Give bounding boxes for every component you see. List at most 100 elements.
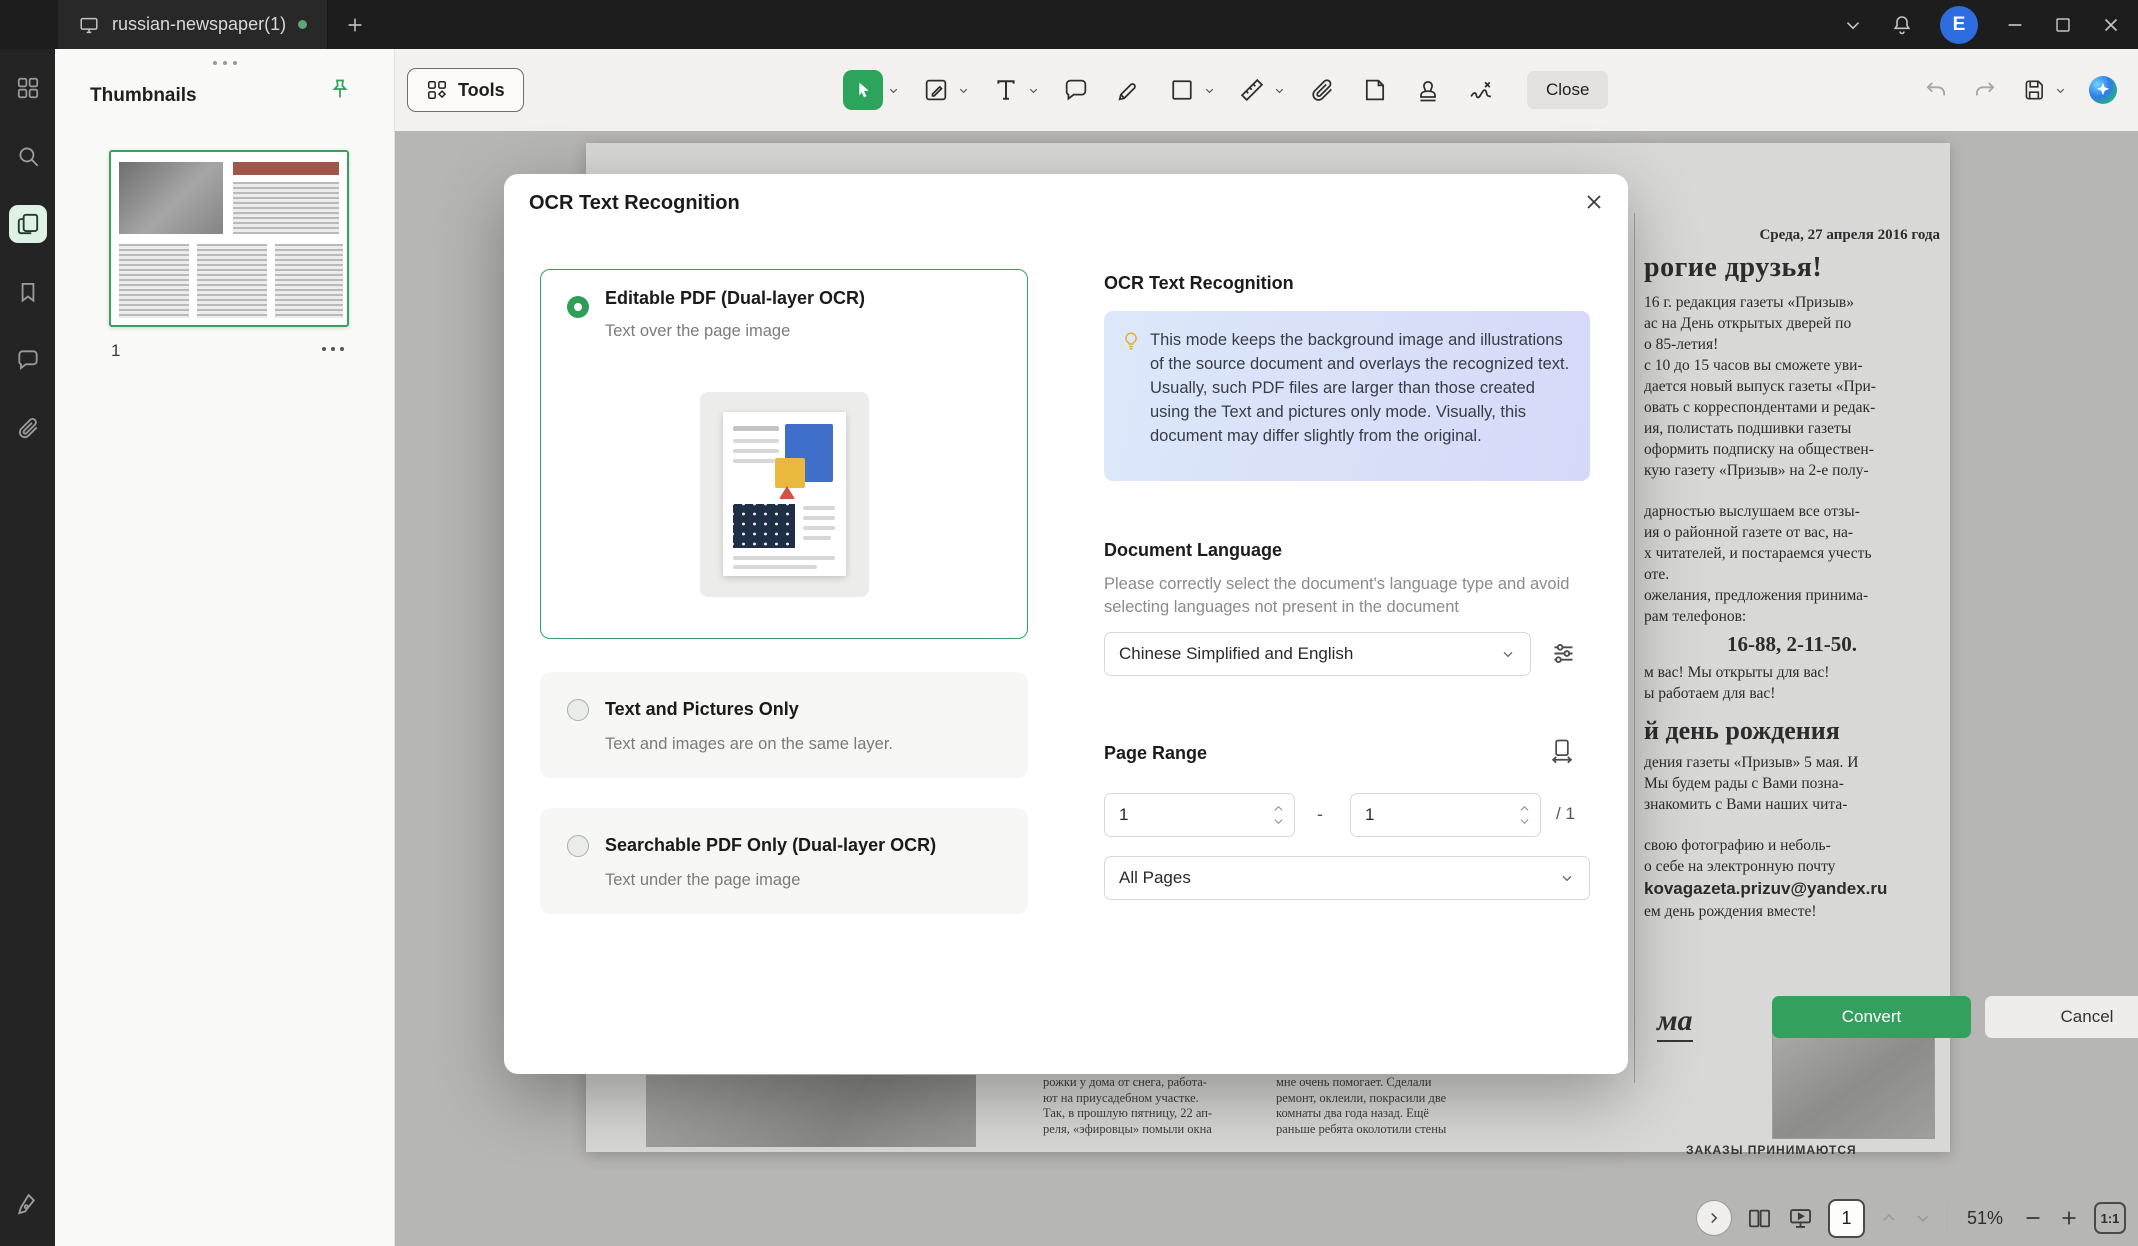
new-tab-button[interactable] bbox=[344, 14, 366, 36]
zoom-out-button[interactable] bbox=[2022, 1207, 2044, 1229]
search-icon[interactable] bbox=[9, 137, 47, 175]
range-from-increment[interactable] bbox=[1273, 804, 1284, 814]
sticker-tool-button[interactable] bbox=[1358, 73, 1392, 107]
zoom-level[interactable]: 51% bbox=[1962, 1208, 2008, 1229]
maximize-button[interactable] bbox=[2052, 14, 2074, 36]
activity-bar bbox=[0, 49, 55, 1246]
range-from-decrement[interactable] bbox=[1273, 817, 1284, 827]
text-tool-dropdown[interactable] bbox=[1027, 84, 1040, 97]
page-number-input[interactable]: 1 bbox=[1828, 1199, 1865, 1238]
pen-nib-icon[interactable] bbox=[9, 1186, 47, 1224]
attachment-tool-button[interactable] bbox=[1305, 73, 1339, 107]
ocr-mode-illustration bbox=[700, 392, 869, 597]
radio-unselected-icon[interactable] bbox=[567, 835, 589, 857]
range-total: / 1 bbox=[1556, 804, 1575, 824]
next-page-button[interactable] bbox=[1913, 1208, 1933, 1228]
range-to-decrement[interactable] bbox=[1519, 817, 1530, 827]
page-range-settings-icon[interactable] bbox=[1548, 737, 1576, 765]
save-button[interactable] bbox=[2018, 74, 2050, 106]
save-dropdown[interactable] bbox=[2054, 84, 2067, 97]
titlebar-actions: E bbox=[1842, 6, 2138, 44]
info-box: This mode keeps the background image and… bbox=[1104, 311, 1590, 481]
stamp-tool-button[interactable] bbox=[1411, 73, 1445, 107]
select-tool-button[interactable] bbox=[843, 70, 883, 110]
close-window-button[interactable] bbox=[2100, 14, 2122, 36]
comments-icon[interactable] bbox=[9, 341, 47, 379]
thumbnail-masthead bbox=[233, 162, 339, 175]
measure-tool-dropdown[interactable] bbox=[1273, 84, 1286, 97]
page-layout-button[interactable] bbox=[1746, 1205, 1773, 1232]
shape-tool-dropdown[interactable] bbox=[1203, 84, 1216, 97]
presentation-button[interactable] bbox=[1787, 1205, 1814, 1232]
undo-button[interactable] bbox=[1920, 74, 1952, 106]
user-avatar[interactable]: E bbox=[1940, 6, 1978, 44]
page-thumbnail[interactable] bbox=[109, 150, 349, 327]
convert-button[interactable]: Convert bbox=[1772, 996, 1971, 1038]
range-from-input[interactable]: 1 bbox=[1104, 793, 1295, 837]
cursor-icon bbox=[852, 79, 874, 101]
tools-grid-icon bbox=[426, 79, 448, 101]
ai-assistant-button[interactable] bbox=[2084, 71, 2122, 109]
radio-unselected-icon[interactable] bbox=[567, 699, 589, 721]
apps-grid-icon[interactable] bbox=[9, 69, 47, 107]
close-toolbar-button[interactable]: Close bbox=[1527, 71, 1608, 109]
thumbnail-page-number: 1 bbox=[111, 341, 120, 361]
chevron-down-icon bbox=[1500, 646, 1516, 662]
text-tool-button[interactable] bbox=[989, 73, 1023, 107]
lightbulb-icon bbox=[1120, 330, 1142, 352]
highlighter-tool-button[interactable] bbox=[1112, 73, 1146, 107]
thumbnails-panel-icon[interactable] bbox=[9, 205, 47, 243]
redo-button[interactable] bbox=[1969, 74, 2001, 106]
bookmark-icon[interactable] bbox=[9, 273, 47, 311]
expand-panel-button[interactable] bbox=[1696, 1200, 1732, 1236]
language-advanced-settings-icon[interactable] bbox=[1550, 640, 1577, 667]
previous-page-button[interactable] bbox=[1879, 1208, 1899, 1228]
radio-selected-icon[interactable] bbox=[567, 296, 589, 318]
thumbnail-photo-block bbox=[119, 162, 223, 234]
chevron-down-icon[interactable] bbox=[1842, 14, 1864, 36]
range-separator: - bbox=[1317, 804, 1323, 825]
comment-tool-button[interactable] bbox=[1059, 73, 1093, 107]
range-to-input[interactable]: 1 bbox=[1350, 793, 1541, 837]
panel-title: Thumbnails bbox=[90, 85, 197, 107]
monitor-icon bbox=[78, 14, 100, 36]
panel-drag-handle[interactable] bbox=[213, 61, 237, 65]
select-tool-dropdown[interactable] bbox=[887, 84, 900, 97]
option-searchable-pdf[interactable]: Searchable PDF Only (Dual-layer OCR) Tex… bbox=[540, 808, 1028, 914]
info-text: This mode keeps the background image and… bbox=[1150, 328, 1572, 448]
unsaved-indicator-dot bbox=[298, 20, 307, 29]
range-to-increment[interactable] bbox=[1519, 804, 1530, 814]
document-tab[interactable]: russian-newspaper(1) bbox=[58, 0, 328, 49]
document-language-help: Please correctly select the document's l… bbox=[1104, 573, 1590, 619]
ocr-settings-panel: OCR Text Recognition This mode keeps the… bbox=[1104, 174, 1590, 1074]
chevron-down-icon bbox=[1559, 870, 1575, 886]
edit-tool-button[interactable] bbox=[919, 73, 953, 107]
page-range-label: Page Range bbox=[1104, 743, 1207, 764]
dialog-title: OCR Text Recognition bbox=[529, 192, 740, 215]
option-text-and-pictures[interactable]: Text and Pictures Only Text and images a… bbox=[540, 672, 1028, 778]
panel-heading: OCR Text Recognition bbox=[1104, 273, 1294, 294]
option-editable-pdf[interactable]: Editable PDF (Dual-layer OCR) Text over … bbox=[540, 269, 1028, 639]
minimize-button[interactable] bbox=[2004, 14, 2026, 36]
shape-tool-button[interactable] bbox=[1165, 73, 1199, 107]
thumbnails-panel: Thumbnails 1 bbox=[55, 49, 395, 1246]
edit-tool-dropdown[interactable] bbox=[957, 84, 970, 97]
titlebar: russian-newspaper(1) E bbox=[0, 0, 2138, 49]
tab-title: russian-newspaper(1) bbox=[112, 14, 286, 35]
thumbnail-more-button[interactable] bbox=[322, 347, 344, 351]
attachments-icon[interactable] bbox=[9, 409, 47, 447]
ocr-dialog: OCR Text Recognition Editable PDF (Dual-… bbox=[504, 174, 1628, 1074]
document-language-label: Document Language bbox=[1104, 540, 1282, 561]
tools-button[interactable]: Tools bbox=[407, 68, 524, 112]
signature-tool-button[interactable] bbox=[1464, 73, 1498, 107]
notifications-bell-button[interactable] bbox=[1890, 13, 1914, 37]
pages-select[interactable]: All Pages bbox=[1104, 856, 1590, 900]
zoom-in-button[interactable] bbox=[2058, 1207, 2080, 1229]
measure-tool-button[interactable] bbox=[1235, 73, 1269, 107]
actual-size-button[interactable]: 1:1 bbox=[2094, 1202, 2126, 1234]
statusbar: 1 51% 1:1 bbox=[1696, 1195, 2126, 1241]
cancel-button[interactable]: Cancel bbox=[1985, 996, 2138, 1038]
toolbar: Tools bbox=[395, 49, 2138, 131]
pin-icon[interactable] bbox=[328, 77, 352, 101]
language-select[interactable]: Chinese Simplified and English bbox=[1104, 632, 1531, 676]
